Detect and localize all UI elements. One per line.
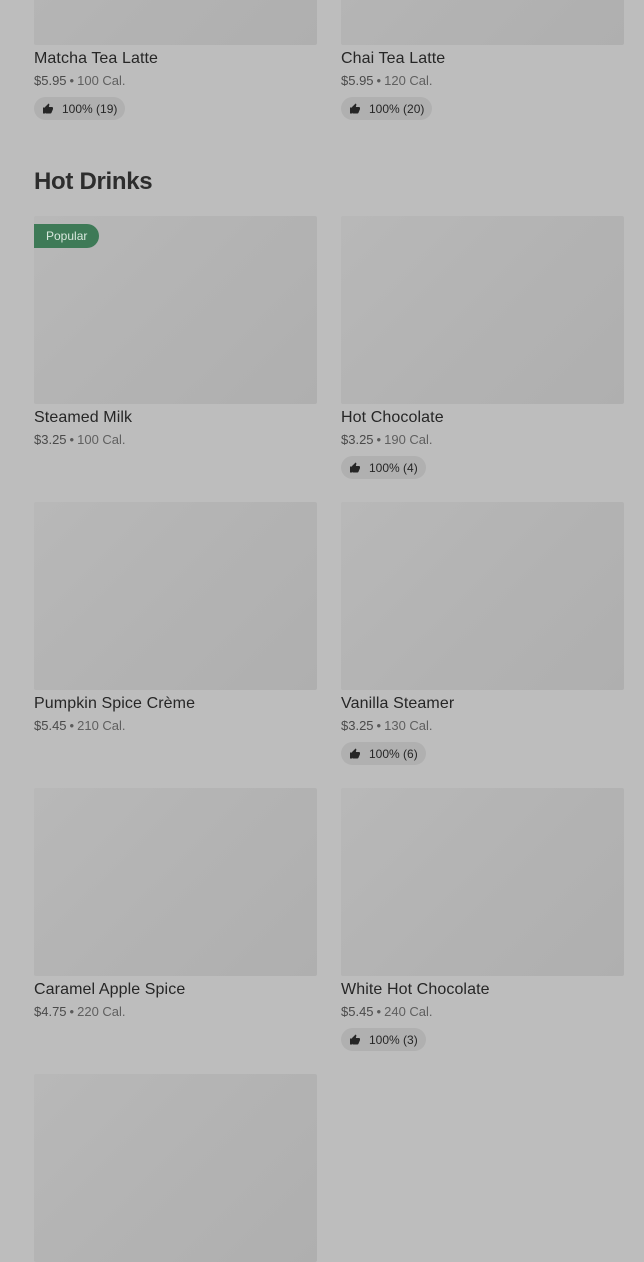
item-price: $5.95: [34, 73, 67, 88]
rating-badge: 100% (4): [341, 456, 426, 479]
item-calories: 210 Cal.: [77, 718, 126, 733]
menu-item-card[interactable]: Matcha Tea Latte $5.95 • 100 Cal. 100% (19…: [34, 0, 317, 120]
item-meta: $3.25 • 100 Cal.: [34, 432, 317, 448]
item-meta: $5.95 • 100 Cal.: [34, 73, 317, 89]
item-meta: $5.95 • 120 Cal.: [341, 73, 624, 89]
item-price: $4.75: [34, 1004, 67, 1019]
popular-badge: Popular: [34, 224, 100, 248]
menu-item-card[interactable]: Hot Chocolate $3.25 • 190 Cal. 100% (4): [341, 216, 624, 479]
item-meta: $5.45 • 210 Cal.: [34, 718, 317, 734]
rating-badge: 100% (19): [34, 97, 126, 120]
section-title: Hot Drinks: [34, 168, 153, 195]
separator: •: [376, 1004, 382, 1019]
thumbs-up-icon: [350, 1034, 360, 1044]
item-image[interactable]: [34, 1074, 317, 1262]
thumbs-up-icon: [350, 748, 360, 758]
separator: •: [376, 73, 382, 88]
item-name: Hot Chocolate: [341, 409, 444, 426]
menu-item-card[interactable]: Popular Steamed Milk $3.25 • 100 Cal.: [34, 216, 317, 448]
item-image[interactable]: [341, 788, 624, 976]
separator: •: [376, 718, 382, 733]
separator: •: [69, 432, 75, 447]
item-image[interactable]: [34, 0, 317, 45]
item-image[interactable]: [341, 216, 624, 404]
item-name: Vanilla Steamer: [341, 695, 455, 712]
item-name: White Hot Chocolate: [341, 981, 490, 998]
item-image[interactable]: [34, 502, 317, 690]
item-price: $3.25: [34, 432, 67, 447]
thumbs-up-icon: [350, 462, 360, 472]
item-name: Chai Tea Latte: [341, 50, 446, 67]
rating-text: 100% (3): [369, 1032, 418, 1047]
menu-item-card[interactable]: Chai Tea Latte $5.95 • 120 Cal. 100% (20): [341, 0, 624, 120]
item-price: $5.45: [341, 1004, 374, 1019]
item-price: $5.95: [341, 73, 374, 88]
item-calories: 120 Cal.: [384, 73, 433, 88]
item-calories: 100 Cal.: [77, 432, 126, 447]
item-meta: $3.25 • 130 Cal.: [341, 718, 624, 734]
rating-badge: 100% (20): [341, 97, 433, 120]
separator: •: [69, 1004, 75, 1019]
item-meta: $4.75 • 220 Cal.: [34, 1004, 317, 1020]
item-price: $3.25: [341, 718, 374, 733]
item-calories: 220 Cal.: [77, 1004, 126, 1019]
thumbs-up-icon: [43, 103, 53, 113]
item-meta: $5.45 • 240 Cal.: [341, 1004, 624, 1020]
item-name: Pumpkin Spice Crème: [34, 695, 196, 712]
rating-badge: 100% (6): [341, 742, 426, 765]
rating-text: 100% (6): [369, 746, 418, 761]
item-image[interactable]: [34, 788, 317, 976]
separator: •: [69, 73, 75, 88]
menu-item-card[interactable]: Pumpkin Spice Crème $5.45 • 210 Cal.: [34, 502, 317, 734]
separator: •: [69, 718, 75, 733]
item-calories: 100 Cal.: [77, 73, 126, 88]
item-image[interactable]: [341, 0, 624, 45]
rating-text: 100% (19): [62, 101, 118, 116]
menu-item-card[interactable]: Vanilla Steamer $3.25 • 130 Cal. 100% (6): [341, 502, 624, 765]
rating-badge: 100% (3): [341, 1028, 426, 1051]
rating-text: 100% (20): [369, 101, 425, 116]
menu-item-card[interactable]: Caramel Apple Spice $4.75 • 220 Cal.: [34, 788, 317, 1020]
item-name: Matcha Tea Latte: [34, 50, 159, 67]
item-name: Steamed Milk: [34, 409, 133, 426]
menu-item-card[interactable]: White Hot Chocolate $5.45 • 240 Cal. 100% …: [341, 788, 624, 1051]
menu-item-card[interactable]: [34, 1074, 317, 1262]
item-calories: 190 Cal.: [384, 432, 433, 447]
item-meta: $3.25 • 190 Cal.: [341, 432, 624, 448]
item-image[interactable]: [341, 502, 624, 690]
item-calories: 240 Cal.: [384, 1004, 433, 1019]
thumbs-up-icon: [350, 103, 360, 113]
separator: •: [376, 432, 382, 447]
item-name: Caramel Apple Spice: [34, 981, 186, 998]
item-price: $5.45: [34, 718, 67, 733]
item-price: $3.25: [341, 432, 374, 447]
rating-text: 100% (4): [369, 460, 418, 475]
item-calories: 130 Cal.: [384, 718, 433, 733]
item-image[interactable]: Popular: [34, 216, 317, 404]
